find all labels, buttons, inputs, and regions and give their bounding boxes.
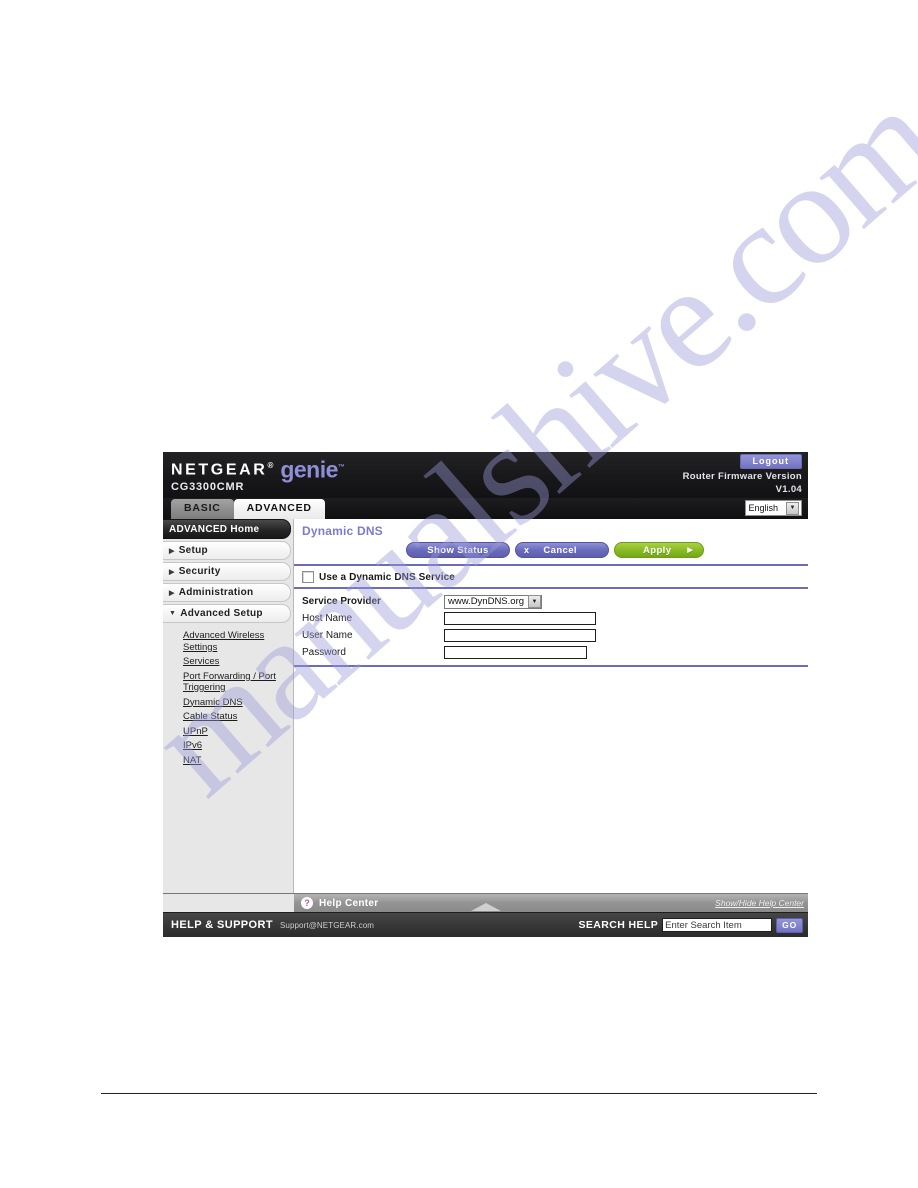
show-status-button-label: Show Status	[427, 544, 489, 556]
tab-strip: BASIC ADVANCED English ▼	[163, 498, 808, 519]
chevron-right-icon: ▶	[169, 589, 175, 597]
sidebar-item-label: Advanced Setup	[180, 608, 263, 619]
sidebar-sublink-services[interactable]: Services	[183, 656, 289, 668]
tab-advanced[interactable]: ADVANCED	[233, 499, 325, 519]
service-provider-select[interactable]: www.DynDNS.org ▼	[444, 594, 543, 609]
user-name-input[interactable]	[444, 629, 596, 642]
page-title: Dynamic DNS	[302, 524, 383, 538]
use-dynamic-dns-checkbox[interactable]	[302, 571, 314, 583]
help-center-label: Help Center	[319, 897, 379, 909]
form-row-service-provider: Service Provider www.DynDNS.org ▼	[294, 593, 808, 610]
language-select-value: English	[748, 503, 778, 513]
action-button-row: Show Status x Cancel Apply ▶	[294, 542, 808, 566]
genie-wordmark: genie™	[280, 456, 345, 483]
password-input[interactable]	[444, 646, 587, 659]
language-select[interactable]: English ▼	[745, 500, 802, 516]
chevron-right-icon: ▶	[687, 547, 694, 554]
sidebar-item-label: Administration	[178, 587, 254, 598]
service-provider-select-value: www.DynDNS.org	[448, 596, 525, 607]
sidebar-sublink-upnp[interactable]: UPnP	[183, 726, 289, 738]
chevron-right-icon: ▶	[169, 568, 175, 576]
search-help-label: SEARCH HELP	[578, 919, 659, 931]
user-name-label: User Name	[302, 630, 353, 641]
firmware-version-value: V1.04	[775, 484, 802, 495]
content-panel: Dynamic DNS Show Status x Cancel Apply ▶	[294, 519, 808, 893]
apply-button[interactable]: Apply ▶	[614, 542, 704, 558]
search-go-button[interactable]: GO	[776, 917, 803, 933]
ui-footer: HELP & SUPPORT Support@NETGEAR.com SEARC…	[163, 912, 808, 937]
tab-list: BASIC ADVANCED	[171, 498, 325, 519]
use-dynamic-dns-label: Use a Dynamic DNS Service	[319, 571, 455, 583]
sidebar-sublink-advanced-wireless-settings[interactable]: Advanced Wireless Settings	[183, 630, 289, 653]
sidebar-sublink-port-forwarding-port-triggering[interactable]: Port Forwarding / Port Triggering	[183, 671, 289, 694]
form-row-host-name: Host Name	[294, 610, 808, 627]
sidebar-item-label: Setup	[178, 545, 208, 556]
help-center-bar: ? Help Center Show/Hide Help Center	[163, 893, 808, 912]
sidebar-sublink-cable-status[interactable]: Cable Status	[183, 711, 289, 723]
header-right-group: Logout Router Firmware Version V1.04	[683, 454, 802, 495]
apply-button-label: Apply	[643, 544, 672, 556]
sidebar-item-security[interactable]: ▶ Security	[163, 562, 291, 581]
show-status-button[interactable]: Show Status	[406, 542, 510, 558]
page-bottom-rule	[101, 1093, 817, 1094]
question-mark-icon: ?	[301, 897, 313, 909]
password-label: Password	[302, 647, 346, 658]
chevron-right-icon: ▶	[169, 547, 175, 555]
logout-button[interactable]: Logout	[739, 454, 802, 469]
sidebar-item-label: ADVANCED Home	[169, 523, 260, 535]
chevron-down-icon: ▼	[528, 595, 542, 608]
host-name-input[interactable]	[444, 612, 596, 625]
sidebar-item-advanced-home[interactable]: ADVANCED Home	[163, 519, 291, 539]
sidebar-nav: ADVANCED Home ▶ Setup ▶ Security ▶ Admin…	[163, 519, 294, 893]
service-provider-label: Service Provider	[302, 596, 381, 607]
cancel-button-label: Cancel	[543, 544, 577, 556]
footer-search-group: SEARCH HELP Enter Search Item GO	[578, 917, 803, 933]
sidebar-sublink-dynamic-dns[interactable]: Dynamic DNS	[183, 697, 289, 709]
sidebar-sublink-ipv6[interactable]: IPv6	[183, 740, 289, 752]
sidebar-item-administration[interactable]: ▶ Administration	[163, 583, 291, 602]
brand-logo: NETGEAR® genie™ CG3300CMR	[171, 455, 345, 493]
ui-body: ADVANCED Home ▶ Setup ▶ Security ▶ Admin…	[163, 519, 808, 893]
chevron-down-icon: ▼	[169, 610, 177, 617]
form-row-user-name: User Name	[294, 627, 808, 644]
help-and-support-label: HELP & SUPPORT	[171, 919, 273, 931]
sidebar-item-setup[interactable]: ▶ Setup	[163, 541, 291, 560]
use-dynamic-dns-row: Use a Dynamic DNS Service	[294, 566, 808, 589]
show-hide-help-center-link[interactable]: Show/Hide Help Center	[715, 898, 804, 908]
trademark-mark-icon: ™	[337, 464, 345, 471]
dynamic-dns-form: Service Provider www.DynDNS.org ▼ Host N…	[294, 589, 808, 667]
help-bar-sidebar-spacer	[163, 894, 294, 912]
sidebar-item-advanced-setup[interactable]: ▼ Advanced Setup	[163, 604, 291, 623]
tab-basic[interactable]: BASIC	[171, 499, 234, 519]
chevron-up-icon[interactable]	[470, 903, 501, 911]
registered-mark-icon: ®	[267, 461, 274, 471]
support-email: Support@NETGEAR.com	[279, 920, 375, 930]
chevron-down-icon: ▼	[786, 501, 799, 515]
sidebar-sublink-list: Advanced Wireless Settings Services Port…	[163, 625, 293, 775]
host-name-label: Host Name	[302, 613, 353, 624]
router-admin-ui: NETGEAR® genie™ CG3300CMR Logout Router …	[163, 452, 808, 947]
ui-header: NETGEAR® genie™ CG3300CMR Logout Router …	[163, 452, 808, 498]
search-help-input[interactable]: Enter Search Item	[662, 918, 773, 932]
sidebar-sublink-nat[interactable]: NAT	[183, 755, 289, 767]
form-row-password: Password	[294, 644, 808, 661]
netgear-wordmark: NETGEAR®	[171, 461, 274, 479]
x-icon: x	[524, 545, 530, 555]
firmware-version-label: Router Firmware Version	[682, 471, 802, 482]
sidebar-item-label: Security	[178, 566, 221, 577]
cancel-button[interactable]: x Cancel	[515, 542, 609, 558]
